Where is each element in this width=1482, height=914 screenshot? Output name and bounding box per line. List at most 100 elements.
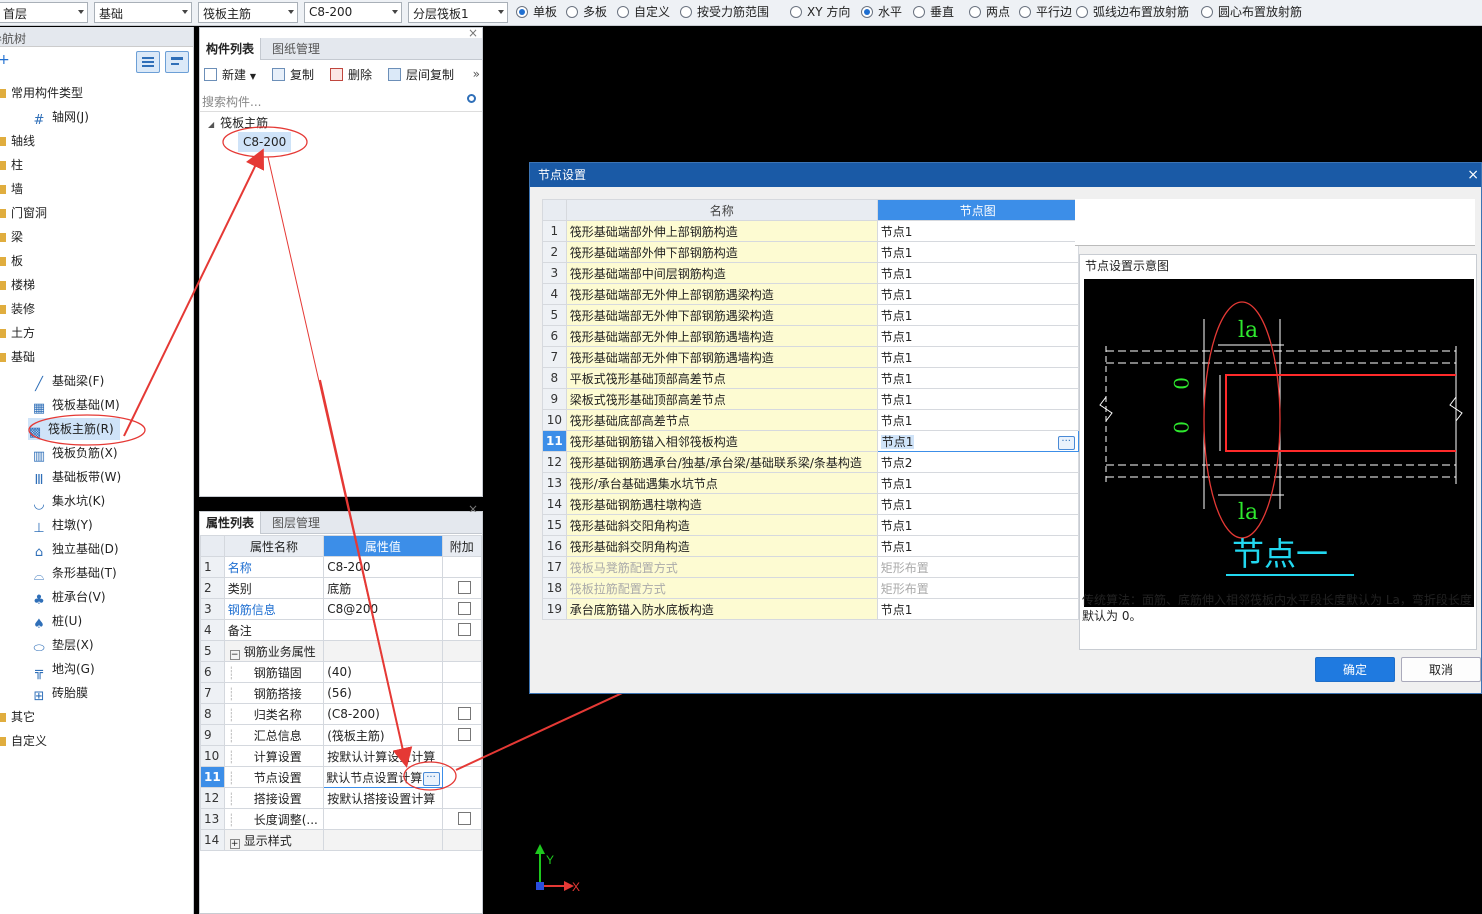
node-value[interactable]: 节点1: [876, 283, 1079, 305]
node-row[interactable]: 3 筏形基础端部中间层钢筋构造 节点1: [542, 262, 1079, 284]
node-value[interactable]: 节点1: [876, 346, 1079, 368]
preview-panel: 节点设置示意图 la la 0 0 节点一 传统算法：面筋、底筋伸入相邻筏板内水…: [1079, 254, 1477, 650]
node-value[interactable]: 节点1: [876, 325, 1079, 347]
row-number: 11: [542, 430, 567, 452]
node-value[interactable]: 节点1: [876, 262, 1079, 284]
node-diagram: la la 0 0 节点一: [1084, 279, 1474, 607]
node-row[interactable]: 5 筏形基础端部无外伸下部钢筋遇梁构造 节点1: [542, 304, 1079, 326]
row-number: 6: [542, 325, 567, 347]
node-row[interactable]: 2 筏形基础端部外伸下部钢筋构造 节点1: [542, 241, 1079, 263]
node-value[interactable]: 节点1: [876, 220, 1079, 242]
node-row[interactable]: 18 筏板拉筋配置方式 矩形布置: [542, 577, 1079, 599]
node-name: 筏形基础端部无外伸上部钢筋遇梁构造: [565, 283, 878, 305]
node-name: 承台底筋锚入防水底板构造: [565, 598, 878, 620]
highlight-ellipse-node-setting: [403, 761, 457, 791]
node-row[interactable]: 19 承台底筋锚入防水底板构造 节点1: [542, 598, 1079, 620]
row-number: 3: [542, 262, 567, 284]
row-number: 10: [542, 409, 567, 431]
node-name: 筏形基础斜交阳角构造: [565, 514, 878, 536]
node-name: 筏形基础端部无外伸上部钢筋遇墙构造: [565, 325, 878, 347]
row-number: 5: [542, 304, 567, 326]
node-settings-dialog: 节点设置 × 名称 节点图 1 筏形基础端部外伸上部钢筋构造 节点1 2 筏形基础端部外…: [529, 162, 1482, 694]
node-row[interactable]: 17 筏板马凳筋配置方式 矩形布置: [542, 556, 1079, 578]
node-row[interactable]: 16 筏形基础斜交阴角构造 节点1: [542, 535, 1079, 557]
node-value[interactable]: 节点1 ···: [876, 430, 1079, 452]
node-row[interactable]: 13 筏形/承台基础遇集水坑节点 节点1: [542, 472, 1079, 494]
y-axis-arrow: [535, 844, 545, 854]
node-name: 筏形基础钢筋遇柱墩构造: [565, 493, 878, 515]
x-axis-label: X: [572, 880, 580, 894]
node-name: 筏板拉筋配置方式: [565, 577, 878, 599]
node-name: 筏形基础底部高差节点: [565, 409, 878, 431]
ellipsis-button-icon[interactable]: ···: [1057, 435, 1075, 450]
node-value[interactable]: 节点1: [876, 535, 1079, 557]
node-value[interactable]: 节点1: [876, 367, 1079, 389]
node-table: 名称 节点图 1 筏形基础端部外伸上部钢筋构造 节点1 2 筏形基础端部外伸下部钢筋构造…: [542, 199, 1079, 620]
node-row[interactable]: 11 筏形基础钢筋锚入相邻筏板构造 节点1 ···: [542, 430, 1079, 452]
row-number: 2: [542, 241, 567, 263]
node-row[interactable]: 9 梁板式筏形基础顶部高差节点 节点1: [542, 388, 1079, 410]
node-row[interactable]: 6 筏形基础端部无外伸上部钢筋遇墙构造 节点1: [542, 325, 1079, 347]
origin-marker: [536, 882, 544, 890]
node-name: 筏形基础端部外伸上部钢筋构造: [565, 220, 878, 242]
node-name: 筏形基础端部外伸下部钢筋构造: [565, 241, 878, 263]
row-number: 4: [542, 283, 567, 305]
node-value-text: 节点1: [880, 434, 915, 449]
node-row[interactable]: 15 筏形基础斜交阳角构造 节点1: [542, 514, 1079, 536]
node-value[interactable]: 节点1: [876, 409, 1079, 431]
node-value[interactable]: 节点1: [876, 493, 1079, 515]
node-name-header: 名称: [565, 199, 878, 221]
row-number: 17: [542, 556, 567, 578]
axis-indicator: Y X: [535, 844, 580, 894]
node-value[interactable]: 矩形布置: [876, 577, 1079, 599]
row-number: 15: [542, 514, 567, 536]
node-name: 梁板式筏形基础顶部高差节点: [565, 388, 878, 410]
node-row[interactable]: 1 筏形基础端部外伸上部钢筋构造 节点1: [542, 220, 1079, 242]
y-axis-label: Y: [546, 853, 554, 867]
node-value[interactable]: 节点1: [876, 514, 1079, 536]
row-number: 19: [542, 598, 567, 620]
row-number: 16: [542, 535, 567, 557]
node-value[interactable]: 节点1: [876, 472, 1079, 494]
node-row[interactable]: 10 筏形基础底部高差节点 节点1: [542, 409, 1079, 431]
dialog-titlebar: 节点设置 ×: [530, 163, 1481, 187]
highlight-ellipse-component: [222, 126, 308, 158]
row-number: 14: [542, 493, 567, 515]
node-row[interactable]: 7 筏形基础端部无外伸下部钢筋遇墙构造 节点1: [542, 346, 1079, 368]
node-value[interactable]: 节点2: [876, 451, 1079, 473]
row-number: 8: [542, 367, 567, 389]
node-value[interactable]: 矩形布置: [876, 556, 1079, 578]
node-row[interactable]: 8 平板式筏形基础顶部高差节点 节点1: [542, 367, 1079, 389]
preview-blank-area: [1075, 199, 1475, 246]
node-row[interactable]: 12 筏形基础钢筋遇承台/独基/承台梁/基础联系梁/条基构造 节点2: [542, 451, 1079, 473]
cancel-button[interactable]: 取消: [1401, 657, 1481, 682]
ok-button[interactable]: 确定: [1315, 657, 1395, 682]
preview-title: 节点设置示意图: [1085, 259, 1170, 273]
la-bottom-label: la: [1238, 500, 1258, 525]
zero-label-a: 0: [1169, 377, 1193, 390]
close-icon[interactable]: ×: [1467, 163, 1479, 187]
node-row[interactable]: 4 筏形基础端部无外伸上部钢筋遇梁构造 节点1: [542, 283, 1079, 305]
node-value[interactable]: 节点1: [876, 598, 1079, 620]
row-number: 13: [542, 472, 567, 494]
node-name: 筏形基础端部无外伸下部钢筋遇墙构造: [565, 346, 878, 368]
annotation-arrow-1: [123, 148, 265, 437]
node-value[interactable]: 节点1: [876, 304, 1079, 326]
row-number-header: [542, 199, 567, 221]
node-value[interactable]: 节点1: [876, 241, 1079, 263]
node-value[interactable]: 节点1: [876, 388, 1079, 410]
row-number: 12: [542, 451, 567, 473]
node-name: 筏形基础钢筋锚入相邻筏板构造: [565, 430, 878, 452]
node-row[interactable]: 14 筏形基础钢筋遇柱墩构造 节点1: [542, 493, 1079, 515]
node-name: 筏形基础钢筋遇承台/独基/承台梁/基础联系梁/条基构造: [565, 451, 878, 473]
zero-label-b: 0: [1169, 421, 1193, 434]
node-name: 平板式筏形基础顶部高差节点: [565, 367, 878, 389]
node-name: 筏形基础端部中间层钢筋构造: [565, 262, 878, 284]
row-number: 18: [542, 577, 567, 599]
la-top-label: la: [1238, 318, 1258, 343]
node-name: 筏板马凳筋配置方式: [565, 556, 878, 578]
diagram-caption: 节点一: [1232, 535, 1328, 573]
row-number: 9: [542, 388, 567, 410]
row-number: 1: [542, 220, 567, 242]
dialog-title: 节点设置: [538, 168, 587, 182]
